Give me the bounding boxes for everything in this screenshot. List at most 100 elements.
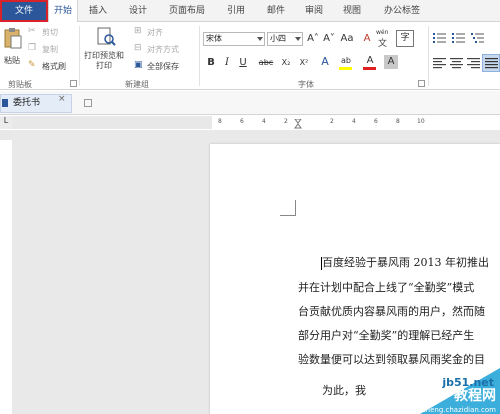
tab-home[interactable]: 开始 [48, 0, 78, 23]
font-color-button[interactable]: A [362, 55, 378, 71]
font-color-label: A [366, 55, 374, 66]
cut-label: 剪切 [42, 28, 58, 37]
bold-button[interactable]: B [204, 57, 218, 69]
tab-view[interactable]: 视图 [336, 0, 368, 22]
chevron-down-icon [257, 37, 263, 41]
body-line: 台贡献优质内容暴风雨的用户，然而随 [298, 305, 485, 318]
body-line: 百度经验于暴风雨 2013 年初推出 [322, 256, 489, 269]
ruler-paper-area [212, 116, 500, 129]
scissors-icon: ✂ [28, 26, 36, 36]
grow-font-button[interactable]: A˄ [306, 33, 320, 45]
format-painter-label: 格式刷 [42, 62, 66, 71]
char-shading-button[interactable]: A [384, 55, 398, 69]
char-border-button[interactable]: 字 [396, 30, 414, 47]
change-case-button[interactable]: Aa [338, 33, 356, 45]
brush-icon: ✎ [28, 60, 36, 70]
font-launcher-icon[interactable] [418, 80, 425, 87]
align-button[interactable]: ⊞ 对齐 [134, 26, 174, 39]
font-family-select[interactable]: 宋体 [203, 32, 265, 46]
document-tab-marker [2, 99, 8, 107]
ruler-number: 8 [218, 118, 222, 125]
ruler-number: 2 [284, 118, 288, 125]
phonetic-guide-char: 文 [378, 39, 388, 49]
horizontal-ruler[interactable]: 8 6 4 2 2 4 6 8 10 [12, 116, 500, 129]
divider [79, 26, 80, 86]
print-preview-icon [97, 27, 116, 46]
align-label: 对齐 [147, 28, 163, 37]
cut-button[interactable]: ✂ 剪切 [28, 26, 68, 39]
body-line: 验数量便可以达到领取暴风雨奖金的目 [298, 353, 485, 366]
align-left-icon[interactable] [433, 58, 446, 69]
tab-page-layout[interactable]: 页面布局 [162, 0, 212, 22]
save-all-label: 全部保存 [147, 62, 179, 71]
align-icon: ⊞ [134, 26, 142, 36]
tab-office-tabs[interactable]: 办公标签 [376, 0, 428, 22]
italic-button[interactable]: I [220, 57, 234, 69]
ruler-number: 4 [262, 118, 266, 125]
underline-button[interactable]: U [236, 57, 250, 69]
highlight-button[interactable]: ab [338, 55, 354, 71]
shrink-font-button[interactable]: A˅ [322, 33, 336, 45]
watermark-url: jiaocheng.chazidian.com [409, 406, 496, 414]
align-style-label: 对齐方式 [147, 45, 179, 54]
bullets-icon[interactable] [433, 32, 447, 44]
multilevel-list-icon[interactable] [471, 32, 485, 44]
numbering-icon[interactable] [452, 32, 466, 44]
indent-marker-icon[interactable] [294, 119, 302, 129]
align-right-icon[interactable] [467, 58, 480, 69]
ruler-number: 4 [352, 118, 356, 125]
clipboard-launcher-icon[interactable] [70, 80, 77, 87]
align-style-button[interactable]: ⊟ 对齐方式 [134, 43, 196, 56]
highlight-label: ab [341, 56, 351, 65]
ruler-number: 6 [374, 118, 378, 125]
font-color-bar [363, 67, 376, 70]
print-preview-label-2: 打印 [96, 61, 112, 70]
align-center-icon[interactable] [450, 58, 463, 69]
char-shading-label: A [387, 56, 395, 67]
format-painter-button[interactable]: ✎ 格式刷 [28, 60, 74, 73]
subscript-button[interactable]: X₂ [278, 57, 294, 69]
copy-label: 复制 [42, 45, 58, 54]
tab-review[interactable]: 审阅 [298, 0, 330, 22]
save-all-icon: ▣ [134, 60, 143, 70]
paste-label: 粘贴 [4, 56, 20, 65]
ribbon-tab-bar: 文件 开始 插入 设计 页面布局 引用 邮件 审阅 视图 办公标签 [0, 0, 500, 23]
phonetic-guide-button[interactable]: wén 文 [376, 29, 394, 49]
copy-icon: ❐ [28, 43, 37, 53]
tab-design[interactable]: 设计 [122, 0, 154, 22]
close-icon[interactable]: × [58, 94, 66, 104]
tab-references[interactable]: 引用 [220, 0, 252, 22]
ruler-number: 2 [330, 118, 334, 125]
ruler-number: 6 [240, 118, 244, 125]
font-size-select[interactable]: 小四 [267, 32, 303, 46]
divider [199, 26, 200, 86]
ruler-paper-area [0, 140, 12, 414]
superscript-button[interactable]: X² [296, 57, 312, 69]
copy-button[interactable]: ❐ 复制 [28, 43, 68, 56]
body-line: 部分用户对“全勤奖”的理解已经产生 [298, 329, 475, 342]
ruler-number: 10 [417, 118, 425, 125]
vertical-ruler[interactable] [0, 130, 12, 414]
watermark-title: 教程网 [454, 388, 496, 404]
ruler-number: 8 [396, 118, 400, 125]
save-all-button[interactable]: ▣ 全部保存 [134, 60, 194, 73]
justify-button[interactable] [482, 54, 500, 72]
tab-mailings[interactable]: 邮件 [260, 0, 292, 22]
clear-format-button[interactable]: A [360, 33, 374, 45]
tab-insert[interactable]: 插入 [82, 0, 114, 22]
document-tab-bar: 委托书 × [0, 91, 500, 115]
highlight-color-bar [339, 67, 352, 70]
align-style-icon: ⊟ [134, 43, 142, 53]
paste-button[interactable]: 粘贴 [2, 25, 24, 71]
tab-bar-dropdown-icon[interactable] [84, 99, 92, 107]
text-effects-button[interactable]: A [318, 56, 332, 68]
tab-stop-selector[interactable]: L [0, 116, 12, 129]
print-preview-button[interactable]: 打印预览和 打印 [84, 25, 128, 73]
phonetic-guide-pinyin: wén [376, 29, 389, 36]
tab-file[interactable]: 文件 [0, 0, 48, 22]
font-group-label: 字体 [298, 80, 314, 89]
body-line: 为此，我 [322, 384, 366, 397]
justify-icon [485, 58, 498, 69]
clipboard-group-label: 剪贴板 [8, 80, 32, 89]
strikethrough-button[interactable]: abc [256, 57, 276, 69]
